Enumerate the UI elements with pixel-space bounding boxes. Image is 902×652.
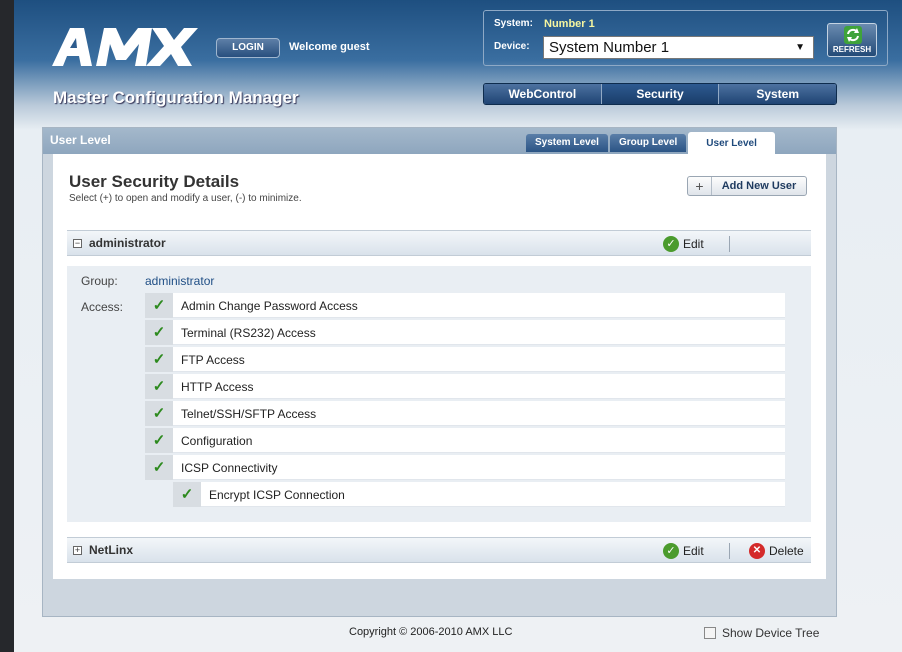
user-details-administrator: Group: administrator Access: ✓ Admin Cha… (67, 266, 811, 522)
tab-user-level[interactable]: User Level (688, 132, 775, 154)
user-header-administrator: − administrator ✓ Edit (67, 230, 811, 256)
edit-button[interactable]: ✓ Edit (663, 235, 704, 253)
checkbox-box[interactable] (704, 627, 716, 639)
checkmark-icon[interactable]: ✓ (173, 482, 201, 507)
access-row: ✓ Admin Change Password Access (145, 293, 785, 318)
user-level-panel: User Level System Level Group Level User… (42, 127, 837, 617)
panel-title: User Level (50, 133, 111, 147)
amx-logo (52, 28, 198, 66)
section-subtitle: Select (+) to open and modify a user, (-… (69, 193, 302, 204)
welcome-text: Welcome guest (289, 41, 370, 53)
checkmark-icon[interactable]: ✓ (145, 347, 173, 372)
access-label-text: ICSP Connectivity (181, 461, 278, 475)
check-circle-icon: ✓ (663, 236, 679, 252)
device-select[interactable]: System Number 1 ▼ (543, 36, 814, 59)
checkmark-icon[interactable]: ✓ (145, 401, 173, 426)
app-window: LOGIN Welcome guest System: Number 1 Dev… (14, 0, 902, 652)
tab-system-level[interactable]: System Level (526, 134, 608, 152)
access-label: Access: (81, 300, 124, 314)
access-row: ✓ Terminal (RS232) Access (145, 320, 785, 345)
device-select-value: System Number 1 (549, 39, 670, 56)
access-row: ✓ Configuration (145, 428, 785, 453)
page-title: Master Configuration Manager (53, 88, 299, 107)
device-label: Device: (494, 41, 530, 52)
group-value: administrator (145, 274, 215, 288)
system-device-box: System: Number 1 Device: System Number 1… (483, 10, 888, 66)
system-label: System: (494, 18, 533, 29)
add-new-user-label: Add New User (721, 180, 797, 192)
panel-header: User Level System Level Group Level User… (43, 128, 836, 154)
access-row: ✓ Telnet/SSH/SFTP Access (145, 401, 785, 426)
checkmark-icon[interactable]: ✓ (145, 320, 173, 345)
refresh-icon (844, 26, 862, 44)
plus-icon: + (688, 177, 712, 195)
system-value: Number 1 (544, 18, 595, 30)
show-device-tree-checkbox[interactable]: Show Device Tree (704, 626, 819, 640)
access-row: ✓ HTTP Access (145, 374, 785, 399)
checkmark-icon[interactable]: ✓ (145, 374, 173, 399)
edit-label: Edit (683, 544, 704, 558)
access-row-sub: ✓ Encrypt ICSP Connection (173, 482, 785, 507)
edit-button[interactable]: ✓ Edit (663, 542, 704, 560)
access-label-text: Terminal (RS232) Access (181, 326, 316, 340)
tab-security[interactable]: Security (601, 84, 720, 104)
checkmark-icon[interactable]: ✓ (145, 428, 173, 453)
main-tabs: WebControl Security System (483, 83, 837, 105)
refresh-button[interactable]: REFRESH (827, 23, 877, 57)
checkmark-icon[interactable]: ✓ (145, 293, 173, 318)
access-label-text: Admin Change Password Access (181, 299, 358, 313)
check-circle-icon: ✓ (663, 543, 679, 559)
tab-group-level[interactable]: Group Level (609, 134, 687, 152)
user-name: NetLinx (89, 543, 134, 557)
tab-system[interactable]: System (719, 84, 836, 104)
delete-label: Delete (769, 544, 804, 558)
panel-content: User Security Details Select (+) to open… (53, 154, 826, 579)
user-name: administrator (89, 236, 166, 250)
access-row: ✓ ICSP Connectivity (145, 455, 785, 480)
dropdown-arrow-icon: ▼ (795, 42, 805, 53)
expand-toggle[interactable]: + (73, 546, 82, 555)
access-row: ✓ FTP Access (145, 347, 785, 372)
user-header-netlinx: + NetLinx ✓ Edit ✕ Delete (67, 537, 811, 563)
copyright-text: Copyright © 2006-2010 AMX LLC (349, 626, 513, 638)
section-title: User Security Details (69, 172, 240, 191)
access-label-text: HTTP Access (181, 380, 254, 394)
login-button[interactable]: LOGIN (216, 38, 280, 58)
sub-tabs: System Level Group Level User Level (526, 132, 775, 154)
group-label: Group: (81, 274, 118, 288)
access-label-text: Configuration (181, 434, 253, 448)
refresh-label: REFRESH (832, 45, 872, 54)
divider (729, 543, 730, 559)
checkmark-icon[interactable]: ✓ (145, 455, 173, 480)
delete-x-icon: ✕ (749, 543, 765, 559)
edit-label: Edit (683, 237, 704, 251)
divider (729, 236, 730, 252)
tab-webcontrol[interactable]: WebControl (484, 84, 602, 104)
show-device-tree-label: Show Device Tree (722, 626, 820, 640)
access-label-text: FTP Access (181, 353, 245, 367)
access-label-text: Telnet/SSH/SFTP Access (181, 407, 317, 421)
add-new-user-button[interactable]: + Add New User (687, 176, 807, 196)
collapse-toggle[interactable]: − (73, 239, 82, 248)
delete-button[interactable]: ✕ Delete (749, 542, 804, 560)
access-label-text: Encrypt ICSP Connection (209, 488, 345, 502)
